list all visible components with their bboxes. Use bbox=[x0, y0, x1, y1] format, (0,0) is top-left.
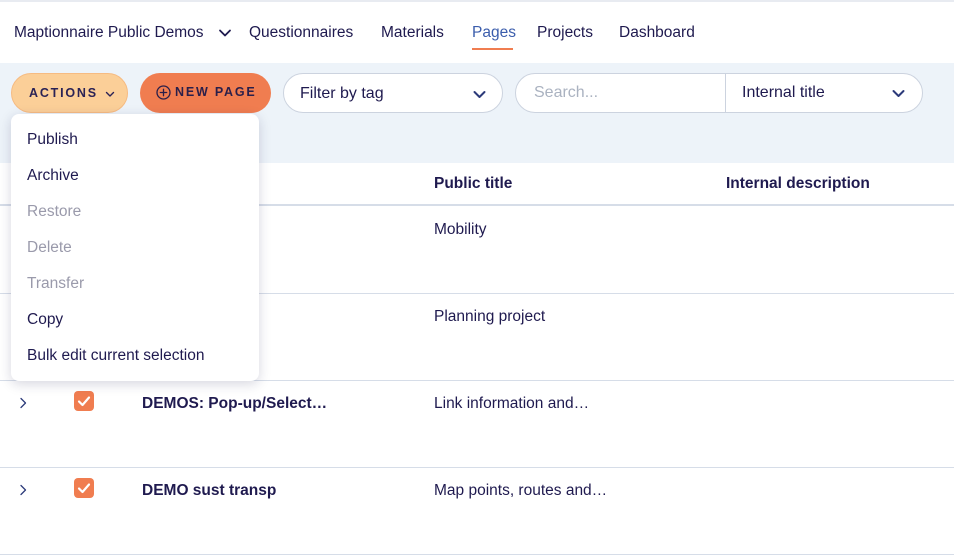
row-public-title: Map points, routes and… bbox=[434, 482, 608, 499]
chevron-down-icon bbox=[473, 91, 486, 98]
check-icon bbox=[77, 483, 91, 494]
table-row[interactable]: DEMOS: Pop-up/Select… Link information a… bbox=[0, 381, 954, 468]
row-internal-title[interactable]: DEMO sust transp bbox=[142, 482, 276, 500]
search-field-select[interactable]: Internal title bbox=[726, 74, 922, 112]
check-icon bbox=[77, 396, 91, 407]
table-row[interactable]: DEMO sust transp Map points, routes and… bbox=[0, 468, 954, 555]
chevron-down-icon bbox=[892, 90, 905, 97]
menu-item-copy[interactable]: Copy bbox=[27, 311, 63, 329]
organization-switcher[interactable]: Maptionnaire Public Demos bbox=[14, 24, 204, 42]
column-header-public-title[interactable]: Public title bbox=[434, 175, 512, 193]
menu-item-restore: Restore bbox=[27, 203, 82, 220]
top-navigation: Maptionnaire Public Demos Questionnaires… bbox=[0, 2, 954, 63]
row-public-title: Link information and… bbox=[434, 395, 590, 412]
row-checkbox[interactable] bbox=[74, 478, 94, 498]
chevron-right-icon[interactable] bbox=[17, 397, 29, 409]
nav-link-pages[interactable]: Pages bbox=[472, 24, 516, 42]
row-internal-title[interactable]: DEMOS: Pop-up/Select… bbox=[142, 395, 327, 413]
menu-item-bulk-edit[interactable]: Bulk edit current selection bbox=[27, 347, 204, 365]
new-page-button-label: NEW PAGE bbox=[175, 85, 257, 99]
chevron-right-icon[interactable] bbox=[17, 484, 29, 496]
filter-by-tag-select[interactable]: Filter by tag bbox=[283, 73, 503, 113]
actions-button[interactable]: ACTIONS bbox=[11, 73, 128, 113]
nav-link-dashboard[interactable]: Dashboard bbox=[619, 24, 695, 42]
menu-item-publish[interactable]: Publish bbox=[27, 131, 78, 149]
row-checkbox[interactable] bbox=[74, 391, 94, 411]
row-public-title: Planning project bbox=[434, 308, 546, 325]
chevron-down-icon[interactable] bbox=[218, 26, 232, 40]
chevron-down-icon bbox=[105, 91, 115, 97]
search-field-label: Internal title bbox=[742, 84, 825, 101]
search-group: Internal title bbox=[515, 73, 923, 113]
plus-circle-icon bbox=[156, 85, 171, 100]
filter-by-tag-label: Filter by tag bbox=[300, 85, 384, 102]
menu-item-delete: Delete bbox=[27, 239, 72, 256]
new-page-button[interactable]: NEW PAGE bbox=[140, 73, 271, 113]
actions-dropdown-menu: Publish Archive Restore Delete Transfer … bbox=[11, 114, 259, 381]
search-input[interactable] bbox=[517, 75, 723, 111]
nav-link-projects[interactable]: Projects bbox=[537, 24, 593, 42]
nav-link-materials[interactable]: Materials bbox=[381, 24, 444, 42]
column-header-internal-description[interactable]: Internal description bbox=[726, 175, 870, 193]
nav-link-questionnaires[interactable]: Questionnaires bbox=[249, 24, 353, 42]
menu-item-archive[interactable]: Archive bbox=[27, 167, 79, 185]
row-public-title: Mobility bbox=[434, 221, 487, 238]
actions-button-label: ACTIONS bbox=[29, 86, 98, 100]
menu-item-transfer: Transfer bbox=[27, 275, 85, 292]
active-tab-indicator bbox=[472, 48, 513, 50]
